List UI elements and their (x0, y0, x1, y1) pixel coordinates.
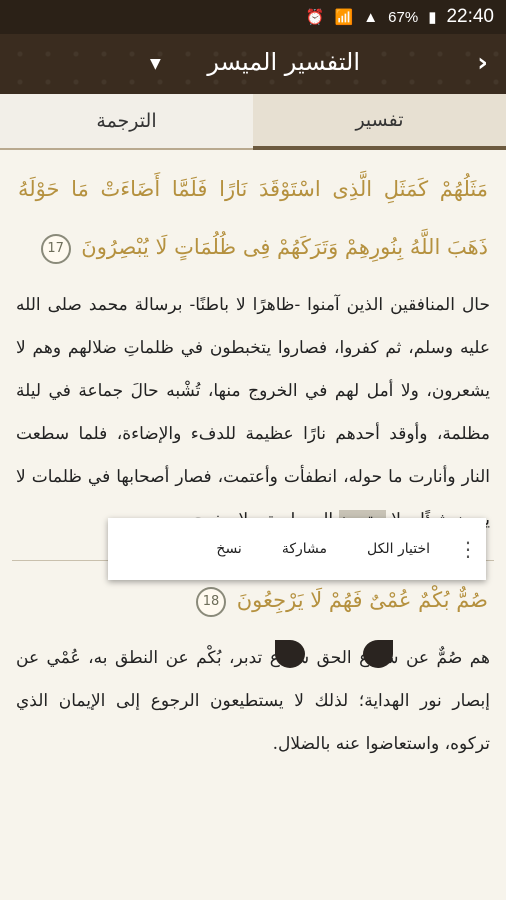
clock: 22:40 (446, 6, 494, 27)
signal-icon: ▲ (363, 8, 379, 26)
tab-bar: الترجمة تفسير (0, 94, 506, 150)
wifi-icon: 📶 (334, 9, 354, 26)
back-arrow-icon[interactable]: › (477, 48, 488, 78)
more-vert-icon[interactable]: ⋮ (450, 537, 486, 561)
share-button[interactable]: مشاركة (262, 541, 347, 557)
status-icons: ⏰ 📶 ▲ 67% ▮ 22:40 (306, 0, 494, 34)
battery-icon: ▮ (428, 9, 437, 26)
text-selection-menu: ⋮ اختيار الكل مشاركة نسخ (108, 518, 486, 580)
selection-handle-start[interactable] (275, 640, 305, 668)
tafsir-paragraph-17[interactable]: حال المنافقين الذين آمنوا -ظاهرًا لا باط… (0, 284, 506, 542)
select-all-button[interactable]: اختيار الكل (347, 541, 450, 557)
verse-text: مَثَلُهُمْ كَمَثَلِ الَّذِى اسْتَوْقَدَ … (18, 177, 488, 259)
battery-percent: 67% (388, 8, 419, 26)
verse-17: مَثَلُهُمْ كَمَثَلِ الَّذِى اسْتَوْقَدَ … (0, 160, 506, 276)
tafsir-paragraph-18[interactable]: هم صُمٌّ عن سماع الحق سماع تدبر، بُكْم ع… (0, 637, 506, 766)
tafsir-text: حال المنافقين الذين آمنوا -ظاهرًا لا باط… (16, 295, 490, 530)
tab-tafsir[interactable]: تفسير (253, 94, 506, 150)
tab-translation[interactable]: الترجمة (0, 94, 253, 150)
page-title[interactable]: التفسير الميسر (207, 48, 360, 76)
copy-button[interactable]: نسخ (196, 541, 261, 557)
chevron-down-icon[interactable]: ▼ (150, 56, 161, 72)
verse-text: صُمٌّ بُكْمٌ عُمْىٌ فَهُمْ لَا يَرْجِعُو… (236, 588, 488, 612)
verse-number-badge: 17 (40, 233, 71, 264)
alarm-icon: ⏰ (305, 9, 325, 26)
status-bar: ⏰ 📶 ▲ 67% ▮ 22:40 (0, 0, 506, 34)
selection-handle-end[interactable] (363, 640, 393, 668)
verse-number-badge: 18 (196, 586, 227, 617)
app-bar: ▼ التفسير الميسر › (0, 34, 506, 94)
